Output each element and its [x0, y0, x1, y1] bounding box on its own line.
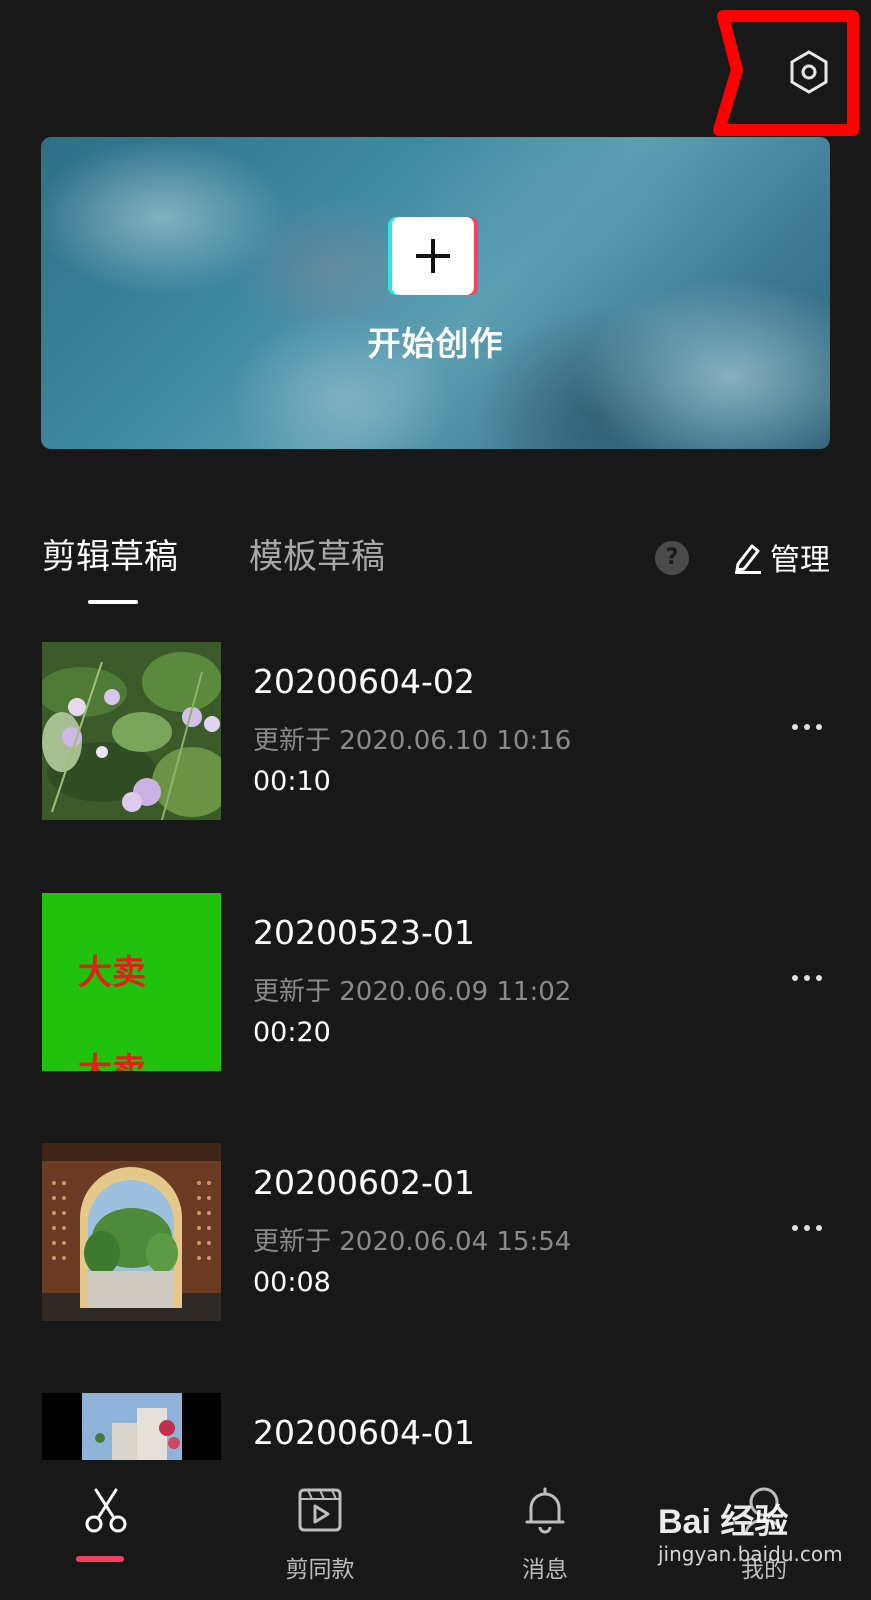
draft-updated-time: 更新于 2020.06.04 15:54	[253, 1227, 572, 1257]
draft-duration: 00:10	[253, 766, 331, 797]
active-nav-indicator	[76, 1556, 124, 1562]
help-icon[interactable]: ?	[655, 541, 689, 575]
bell-icon	[525, 1487, 565, 1534]
tab-template-drafts[interactable]: 模板草稿	[249, 533, 385, 581]
thumbnail-text: 大卖	[78, 953, 146, 993]
manage-button[interactable]: 管理	[732, 533, 830, 581]
nav-item-templates[interactable]: 剪同款	[250, 1460, 390, 1600]
template-video-icon	[298, 1488, 342, 1532]
nav-item-messages[interactable]: 消息	[475, 1460, 615, 1600]
nav-item-edit[interactable]	[36, 1460, 176, 1600]
active-tab-underline	[88, 600, 138, 604]
more-options-icon[interactable]	[782, 1213, 832, 1243]
plus-button[interactable]	[392, 217, 474, 295]
draft-thumbnail-buildings	[42, 1393, 221, 1460]
draft-item[interactable]: 20200602-01 更新于 2020.06.04 15:54 00:08	[42, 1143, 831, 1323]
draft-title: 20200604-01	[253, 1413, 475, 1452]
pencil-icon	[735, 544, 761, 574]
draft-title: 20200602-01	[253, 1163, 475, 1202]
draft-duration: 00:20	[253, 1017, 331, 1048]
watermark-url: jingyan.baidu.com	[658, 1542, 843, 1566]
draft-updated-time: 更新于 2020.06.10 10:16	[253, 726, 572, 756]
settings-button[interactable]	[781, 44, 837, 100]
baidu-watermark: Bai 经验 jingyan.baidu.com	[650, 1494, 850, 1584]
settings-area	[713, 10, 859, 136]
plus-icon	[416, 239, 450, 273]
draft-duration: 00:08	[253, 1267, 331, 1298]
more-options-icon[interactable]	[782, 712, 832, 742]
draft-tabs: 剪辑草稿 模板草稿 ? 管理	[42, 533, 831, 613]
more-options-icon[interactable]	[782, 963, 832, 993]
draft-title: 20200523-01	[253, 913, 475, 952]
manage-label: 管理	[770, 543, 830, 578]
start-creating-banner[interactable]: 开始创作	[41, 137, 830, 449]
watermark-logo: Bai 经验	[658, 1503, 789, 1541]
draft-thumbnail-archway	[42, 1143, 221, 1321]
start-creating-label: 开始创作	[367, 324, 504, 363]
scissors-icon	[85, 1488, 127, 1533]
thumbnail-text: 大卖	[78, 1051, 146, 1071]
draft-title: 20200604-02	[253, 662, 475, 701]
draft-thumbnail-flowers	[42, 642, 221, 820]
tab-edit-drafts[interactable]: 剪辑草稿	[42, 533, 178, 581]
draft-item[interactable]: 大卖 大卖 20200523-01 更新于 2020.06.09 11:02 0…	[42, 893, 831, 1073]
nav-label: 消息	[522, 1557, 568, 1583]
draft-updated-time: 更新于 2020.06.09 11:02	[253, 977, 572, 1007]
settings-hexagon-icon	[790, 50, 828, 94]
draft-thumbnail-green: 大卖 大卖	[42, 893, 221, 1071]
draft-item[interactable]: 20200604-02 更新于 2020.06.10 10:16 00:10	[42, 642, 831, 822]
draft-item[interactable]: 20200604-01	[42, 1393, 831, 1460]
nav-label: 剪同款	[285, 1557, 355, 1583]
